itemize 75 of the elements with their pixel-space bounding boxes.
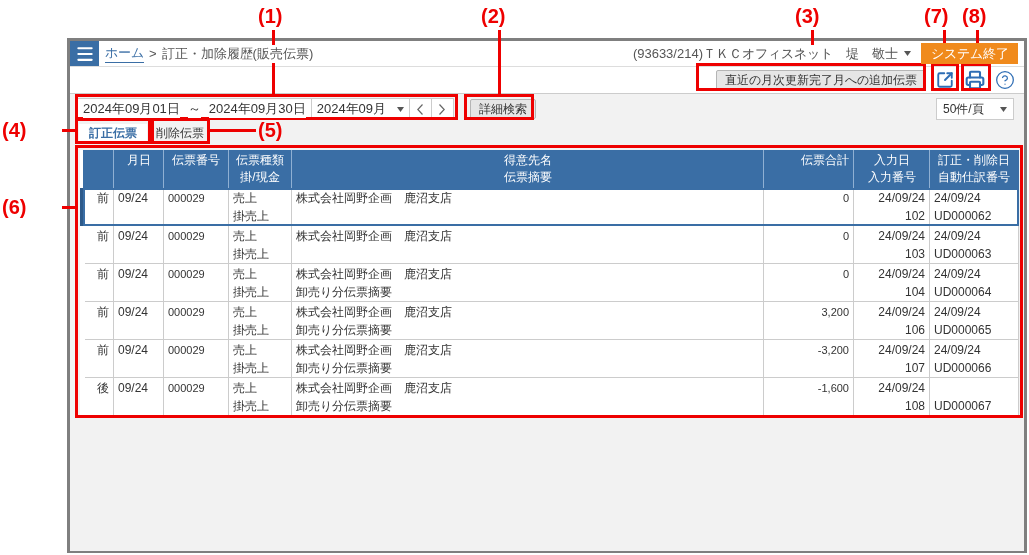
menu-button[interactable]: [70, 41, 99, 66]
column-header: 伝票合計: [763, 150, 854, 188]
leader-line: [210, 129, 256, 132]
column-header: 伝票種類 掛/現金: [228, 150, 292, 188]
highlight-frame: [931, 63, 959, 91]
page-title: 訂正・加除履歴(販売伝票): [161, 44, 314, 63]
table-cell: 24/09/24 UD000066: [929, 339, 1019, 378]
table-cell: 0: [763, 263, 854, 302]
column-header: 入力日 入力番号: [853, 150, 930, 188]
highlight-frame: [961, 63, 991, 91]
tab[interactable]: 削除伝票: [153, 124, 207, 144]
tab[interactable]: 訂正伝票: [79, 124, 147, 144]
table-cell: 株式会社岡野企画 鹿沼支店 卸売り分伝票摘要: [291, 339, 764, 378]
table-cell: 前: [82, 188, 114, 226]
callout-label: (7): [924, 4, 949, 28]
table-cell: 前: [82, 263, 114, 302]
date-range-field[interactable]: 2024年09月01日 ～ 2024年09月30日: [77, 98, 312, 120]
callout-label: (5): [258, 118, 283, 142]
callout-label: (8): [962, 4, 987, 28]
page-size-select[interactable]: 50件/頁: [936, 98, 1014, 120]
header-cell: [82, 150, 114, 188]
callout-label: (4): [2, 118, 27, 142]
table-cell: 株式会社岡野企画 鹿沼支店: [291, 225, 764, 264]
table-cell: 3,200: [763, 301, 854, 340]
callout-label: (6): [2, 195, 27, 219]
column-header: 訂正・削除日 自動仕訳番号: [929, 150, 1019, 188]
table-cell: 株式会社岡野企画 鹿沼支店 卸売り分伝票摘要: [291, 263, 764, 302]
table-cell: 売上 掛売上: [228, 339, 292, 378]
external-link-icon: [936, 71, 954, 89]
table-cell: 前: [82, 301, 114, 340]
table-cell: 24/09/24 104: [853, 263, 930, 302]
help-icon: [995, 70, 1015, 90]
callout-label: (3): [795, 4, 820, 28]
table-cell: 09/24: [113, 301, 164, 340]
table-cell: 000029: [163, 225, 229, 264]
table-cell: 前: [82, 225, 114, 264]
callout-label: (2): [481, 4, 506, 28]
column-header: 伝票番号: [163, 150, 229, 188]
table-cell: 24/09/24 UD000065: [929, 301, 1019, 340]
printer-icon: [965, 70, 985, 90]
chevron-right-icon: [439, 103, 446, 115]
callout-label: (1): [258, 4, 283, 28]
leader-line: [498, 30, 501, 94]
external-link-button[interactable]: [934, 69, 956, 91]
table-cell: 000029: [163, 263, 229, 302]
table-cell: 前: [82, 339, 114, 378]
table-cell: -3,200: [763, 339, 854, 378]
table-cell: 後: [82, 377, 114, 416]
table-cell: 000029: [163, 339, 229, 378]
column-header: 得意先名 伝票摘要: [291, 150, 764, 188]
chevron-left-icon: [417, 103, 424, 115]
print-button[interactable]: [964, 69, 986, 91]
highlight-frame: [464, 94, 534, 120]
table-cell: 売上 掛売上: [228, 301, 292, 340]
table-cell: 09/24: [113, 339, 164, 378]
table-cell: 24/09/24 107: [853, 339, 930, 378]
table-cell: 24/09/24 103: [853, 225, 930, 264]
user-menu[interactable]: (93633/214)ＴＫＣオフィスネット 堤 敬士: [632, 44, 911, 63]
table-cell: 24/09/24 UD000063: [929, 225, 1019, 264]
help-button[interactable]: [994, 69, 1016, 91]
end-date: 2024年09月30日: [208, 100, 306, 118]
start-date: 2024年09月01日: [83, 100, 180, 118]
table-cell: 株式会社岡野企画 鹿沼支店 卸売り分伝票摘要: [291, 301, 764, 340]
caret-icon: [904, 51, 911, 56]
caret-icon: [396, 106, 404, 112]
table-cell: 売上 掛売上: [228, 263, 292, 302]
table-cell: 09/24: [113, 263, 164, 302]
table-cell: 0: [763, 225, 854, 264]
caret-icon: [1000, 106, 1007, 112]
table-cell: 000029: [163, 301, 229, 340]
column-header: 月日: [113, 150, 164, 188]
table-cell: 09/24: [113, 225, 164, 264]
table-cell: 24/09/24 UD000064: [929, 263, 1019, 302]
table-cell: 売上 掛売上: [228, 225, 292, 264]
table-cell: 24/09/24 106: [853, 301, 930, 340]
